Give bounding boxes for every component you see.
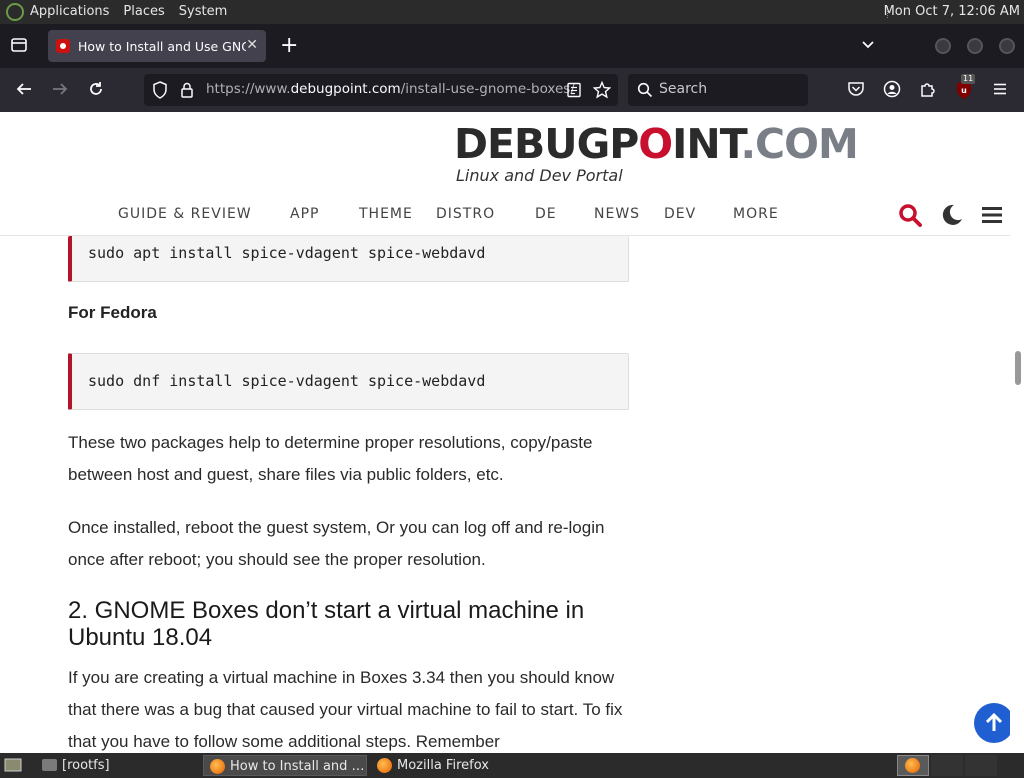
applications-logo-icon[interactable] [6,3,24,21]
debugpoint-favicon-icon [56,39,70,53]
taskbar-label-article: How to Install and … [230,759,365,774]
url-text[interactable]: https://www.debugpoint.com/install-use-g… [206,81,575,97]
page-scrollbar[interactable] [1010,112,1024,753]
site-menu-hamburger-icon[interactable] [981,204,1003,230]
back-arrow-icon[interactable] [15,80,33,103]
logo-part1: DEBUGP [454,120,639,168]
nav-de[interactable]: DE [535,206,557,222]
nav-distro[interactable]: DISTRO [436,206,495,222]
reader-view-icon[interactable] [566,82,582,102]
maximize-button[interactable] [967,38,983,54]
scrollbar-thumb[interactable] [1015,351,1021,385]
nav-more[interactable]: MORE [733,206,779,222]
url-domain: debugpoint.com [290,81,401,97]
workspace-3[interactable] [965,755,997,776]
dark-mode-moon-icon[interactable] [940,203,964,231]
code-block-dnf: sudo dnf install spice-vdagent spice-web… [68,353,629,410]
taskbar-item-rootfs[interactable]: [rootfs] [36,755,196,776]
new-tab-button[interactable]: + [280,33,298,58]
tracking-protection-shield-icon[interactable] [152,81,168,103]
minimize-button[interactable] [935,38,951,54]
fedora-heading: For Fedora [68,303,157,322]
code-apt-text: sudo apt install spice-vdagent spice-web… [88,244,486,262]
nav-news[interactable]: NEWS [594,206,640,222]
workspace-switcher[interactable] [897,755,929,776]
account-icon[interactable] [883,80,901,103]
taskbar-label-firefox: Mozilla Firefox [397,758,489,773]
code-dnf-text: sudo dnf install spice-vdagent spice-web… [88,372,486,390]
list-all-tabs-chevron-down-icon[interactable] [860,36,876,56]
workspace-2[interactable] [931,755,963,776]
search-bar[interactable]: Search [628,74,808,106]
paragraph-boxes-bug: If you are creating a virtual machine in… [68,668,623,751]
folder-icon [42,759,57,771]
reload-icon[interactable] [87,80,105,103]
app-menu-hamburger-icon[interactable] [991,80,1009,103]
section-heading-boxes-bug: 2. GNOME Boxes don’t start a virtual mac… [68,597,585,651]
extensions-puzzle-icon[interactable] [919,80,937,103]
url-prefix: https://www. [206,81,291,97]
close-window-button[interactable] [999,38,1015,54]
site-logo[interactable]: DEBUGPOINT.COM Linux and Dev Portal [454,120,859,190]
system-menu[interactable]: System [179,0,227,24]
paragraph-reboot: Once installed, reboot the guest system,… [68,518,605,569]
tab-strip: How to Install and Use GNOME Boxes ✕ + [0,24,1024,68]
web-page-content: DEBUGPOINT.COM Linux and Dev Portal GUID… [0,112,1010,753]
firefox-icon [377,758,392,773]
taskbar-item-firefox[interactable]: Mozilla Firefox [371,755,531,776]
lock-icon[interactable] [180,81,194,103]
nav-app[interactable]: APP [290,206,319,222]
forward-arrow-icon[interactable] [51,80,69,103]
navigation-toolbar: https://www.debugpoint.com/install-use-g… [0,68,1024,112]
site-search-icon[interactable] [898,203,922,231]
pocket-icon[interactable] [847,80,865,103]
applications-menu[interactable]: Applications [30,0,109,24]
svg-text:u: u [961,86,967,95]
clock[interactable]: Mon Oct 7, 12:06 AM [884,0,1020,24]
bookmark-star-icon[interactable] [592,80,612,103]
nav-theme[interactable]: THEME [359,206,413,222]
tab-close-icon[interactable]: ✕ [246,37,258,53]
tab-active[interactable]: How to Install and Use GNOME Boxes ✕ [48,30,266,62]
nav-dev[interactable]: DEV [664,206,696,222]
firefox-view-icon[interactable] [10,36,28,58]
url-bar[interactable]: https://www.debugpoint.com/install-use-g… [144,74,618,106]
scroll-to-top-button[interactable] [974,703,1010,743]
bottom-taskbar: [rootfs] How to Install and … Mozilla Fi… [0,753,1024,778]
paragraph-packages: These two packages help to determine pro… [68,433,593,484]
firefox-icon [210,759,225,774]
logo-wordmark: DEBUGPOINT.COM [454,120,859,168]
system-top-panel: Applications Places System Mon Oct 7, 12… [0,0,1024,24]
search-icon [637,82,653,102]
taskbar-label-rootfs: [rootfs] [62,758,110,773]
tab-title: How to Install and Use GNOME Boxes [78,38,246,54]
url-path: /install-use-gnome-boxes/ [400,81,575,97]
logo-part2: O [638,120,673,168]
firefox-icon [905,758,920,773]
show-desktop-icon[interactable] [4,757,22,777]
ublock-badge: 11 [961,74,976,84]
code-block-apt: sudo apt install spice-vdagent spice-web… [68,236,629,282]
ublock-origin-icon[interactable]: u 11 [955,74,976,105]
places-menu[interactable]: Places [123,0,164,24]
nav-guide-review[interactable]: GUIDE & REVIEW [118,206,252,222]
logo-part3: INT [672,120,741,168]
logo-tagline: Linux and Dev Portal [456,166,623,185]
search-placeholder: Search [659,81,708,97]
site-navigation: GUIDE & REVIEW APP THEME DISTRO DE NEWS … [0,202,1010,236]
taskbar-item-firefox-article[interactable]: How to Install and … [203,755,367,776]
logo-part4: .COM [740,120,858,168]
